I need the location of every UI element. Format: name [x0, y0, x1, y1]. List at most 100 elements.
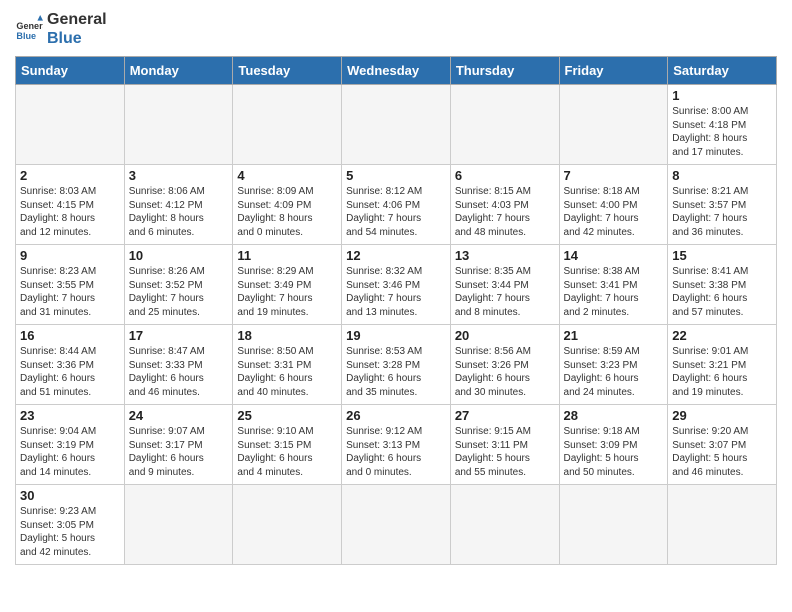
calendar-cell: 26Sunrise: 9:12 AM Sunset: 3:13 PM Dayli…	[342, 405, 451, 485]
day-number: 5	[346, 168, 446, 183]
calendar-cell	[124, 85, 233, 165]
calendar-week-0: 1 Sunrise: 8:00 AM Sunset: 4:18 PM Daylig…	[16, 85, 777, 165]
day-number: 2	[20, 168, 120, 183]
day-number: 3	[129, 168, 229, 183]
calendar-cell	[342, 85, 451, 165]
day-header-wednesday: Wednesday	[342, 57, 451, 85]
svg-text:Blue: Blue	[16, 31, 36, 41]
day-number: 19	[346, 328, 446, 343]
day-number: 22	[672, 328, 772, 343]
calendar-cell: 27Sunrise: 9:15 AM Sunset: 3:11 PM Dayli…	[450, 405, 559, 485]
calendar-cell: 20 Sunrise: 8:56 AM Sunset: 3:26 PM Dayli…	[450, 325, 559, 405]
calendar-cell	[16, 85, 125, 165]
day-number: 10	[129, 248, 229, 263]
day-number: 16	[20, 328, 120, 343]
calendar-cell: 29Sunrise: 9:20 AM Sunset: 3:07 PM Dayli…	[668, 405, 777, 485]
day-header-friday: Friday	[559, 57, 668, 85]
day-content: Sunrise: 8:47 AM Sunset: 3:33 PM Dayligh…	[129, 345, 229, 399]
calendar-cell: 22 Sunrise: 9:01 AM Sunset: 3:21 PM Dayli…	[668, 325, 777, 405]
calendar-cell: 16 Sunrise: 8:44 AM Sunset: 3:36 PM Dayli…	[16, 325, 125, 405]
logo-icon: General Blue	[15, 15, 43, 43]
day-number: 20	[455, 328, 555, 343]
day-header-monday: Monday	[124, 57, 233, 85]
calendar-cell: 24 Sunrise: 9:07 AM Sunset: 3:17 PM Dayli…	[124, 405, 233, 485]
calendar-cell	[450, 85, 559, 165]
calendar-cell: 14 Sunrise: 8:38 AM Sunset: 3:41 PM Dayli…	[559, 245, 668, 325]
day-number: 13	[455, 248, 555, 263]
calendar-cell: 12Sunrise: 8:32 AM Sunset: 3:46 PM Dayli…	[342, 245, 451, 325]
day-number: 15	[672, 248, 772, 263]
calendar-cell: 10 Sunrise: 8:26 AM Sunset: 3:52 PM Dayli…	[124, 245, 233, 325]
day-number: 28	[564, 408, 664, 423]
calendar-cell: 21Sunrise: 8:59 AM Sunset: 3:23 PM Dayli…	[559, 325, 668, 405]
calendar-cell: 15Sunrise: 8:41 AM Sunset: 3:38 PM Dayli…	[668, 245, 777, 325]
day-content: Sunrise: 9:12 AM Sunset: 3:13 PM Dayligh…	[346, 425, 446, 479]
day-content: Sunrise: 8:18 AM Sunset: 4:00 PM Dayligh…	[564, 185, 664, 239]
day-header-tuesday: Tuesday	[233, 57, 342, 85]
day-number: 4	[237, 168, 337, 183]
day-content: Sunrise: 8:12 AM Sunset: 4:06 PM Dayligh…	[346, 185, 446, 239]
day-content: Sunrise: 8:09 AM Sunset: 4:09 PM Dayligh…	[237, 185, 337, 239]
calendar-week-4: 23 Sunrise: 9:04 AM Sunset: 3:19 PM Dayli…	[16, 405, 777, 485]
calendar-cell: 5 Sunrise: 8:12 AM Sunset: 4:06 PM Daylig…	[342, 165, 451, 245]
day-number: 27	[455, 408, 555, 423]
day-content: Sunrise: 9:04 AM Sunset: 3:19 PM Dayligh…	[20, 425, 120, 479]
calendar-cell: 30 Sunrise: 9:23 AM Sunset: 3:05 PM Dayli…	[16, 485, 125, 565]
day-content: Sunrise: 8:15 AM Sunset: 4:03 PM Dayligh…	[455, 185, 555, 239]
calendar-cell	[559, 485, 668, 565]
day-content: Sunrise: 8:38 AM Sunset: 3:41 PM Dayligh…	[564, 265, 664, 319]
day-content: Sunrise: 8:21 AM Sunset: 3:57 PM Dayligh…	[672, 185, 772, 239]
calendar-cell: 2 Sunrise: 8:03 AM Sunset: 4:15 PM Daylig…	[16, 165, 125, 245]
day-number: 9	[20, 248, 120, 263]
calendar-cell: 7 Sunrise: 8:18 AM Sunset: 4:00 PM Daylig…	[559, 165, 668, 245]
calendar-cell	[668, 485, 777, 565]
day-number: 17	[129, 328, 229, 343]
day-header-saturday: Saturday	[668, 57, 777, 85]
day-header-sunday: Sunday	[16, 57, 125, 85]
calendar-cell: 18 Sunrise: 8:50 AM Sunset: 3:31 PM Dayli…	[233, 325, 342, 405]
day-number: 8	[672, 168, 772, 183]
page-header: General Blue General Blue	[15, 10, 777, 48]
day-content: Sunrise: 8:26 AM Sunset: 3:52 PM Dayligh…	[129, 265, 229, 319]
calendar-cell	[559, 85, 668, 165]
day-number: 25	[237, 408, 337, 423]
day-content: Sunrise: 9:07 AM Sunset: 3:17 PM Dayligh…	[129, 425, 229, 479]
day-header-row: SundayMondayTuesdayWednesdayThursdayFrid…	[16, 57, 777, 85]
day-number: 24	[129, 408, 229, 423]
day-number: 14	[564, 248, 664, 263]
day-content: Sunrise: 9:10 AM Sunset: 3:15 PM Dayligh…	[237, 425, 337, 479]
calendar-cell	[233, 85, 342, 165]
calendar-cell: 3Sunrise: 8:06 AM Sunset: 4:12 PM Daylig…	[124, 165, 233, 245]
calendar-cell: 25 Sunrise: 9:10 AM Sunset: 3:15 PM Dayli…	[233, 405, 342, 485]
calendar-cell: 8 Sunrise: 8:21 AM Sunset: 3:57 PM Daylig…	[668, 165, 777, 245]
day-content: Sunrise: 8:44 AM Sunset: 3:36 PM Dayligh…	[20, 345, 120, 399]
calendar-cell: 11Sunrise: 8:29 AM Sunset: 3:49 PM Dayli…	[233, 245, 342, 325]
calendar-cell	[233, 485, 342, 565]
day-content: Sunrise: 8:56 AM Sunset: 3:26 PM Dayligh…	[455, 345, 555, 399]
calendar-cell	[450, 485, 559, 565]
day-number: 11	[237, 248, 337, 263]
day-number: 23	[20, 408, 120, 423]
day-content: Sunrise: 8:50 AM Sunset: 3:31 PM Dayligh…	[237, 345, 337, 399]
day-content: Sunrise: 8:53 AM Sunset: 3:28 PM Dayligh…	[346, 345, 446, 399]
day-number: 1	[672, 88, 772, 103]
day-content: Sunrise: 9:01 AM Sunset: 3:21 PM Dayligh…	[672, 345, 772, 399]
calendar-cell: 23 Sunrise: 9:04 AM Sunset: 3:19 PM Dayli…	[16, 405, 125, 485]
calendar-cell: 13Sunrise: 8:35 AM Sunset: 3:44 PM Dayli…	[450, 245, 559, 325]
day-number: 30	[20, 488, 120, 503]
calendar-cell: 4 Sunrise: 8:09 AM Sunset: 4:09 PM Daylig…	[233, 165, 342, 245]
day-number: 18	[237, 328, 337, 343]
day-content: Sunrise: 8:32 AM Sunset: 3:46 PM Dayligh…	[346, 265, 446, 319]
day-number: 21	[564, 328, 664, 343]
day-number: 7	[564, 168, 664, 183]
calendar-cell: 19 Sunrise: 8:53 AM Sunset: 3:28 PM Dayli…	[342, 325, 451, 405]
day-number: 6	[455, 168, 555, 183]
day-content: Sunrise: 8:03 AM Sunset: 4:15 PM Dayligh…	[20, 185, 120, 239]
calendar-week-5: 30 Sunrise: 9:23 AM Sunset: 3:05 PM Dayli…	[16, 485, 777, 565]
calendar-cell	[124, 485, 233, 565]
day-content: Sunrise: 8:00 AM Sunset: 4:18 PM Dayligh…	[672, 105, 772, 159]
logo-text: General Blue	[47, 10, 107, 48]
day-content: Sunrise: 9:23 AM Sunset: 3:05 PM Dayligh…	[20, 505, 120, 559]
day-number: 29	[672, 408, 772, 423]
calendar-cell: 1 Sunrise: 8:00 AM Sunset: 4:18 PM Daylig…	[668, 85, 777, 165]
